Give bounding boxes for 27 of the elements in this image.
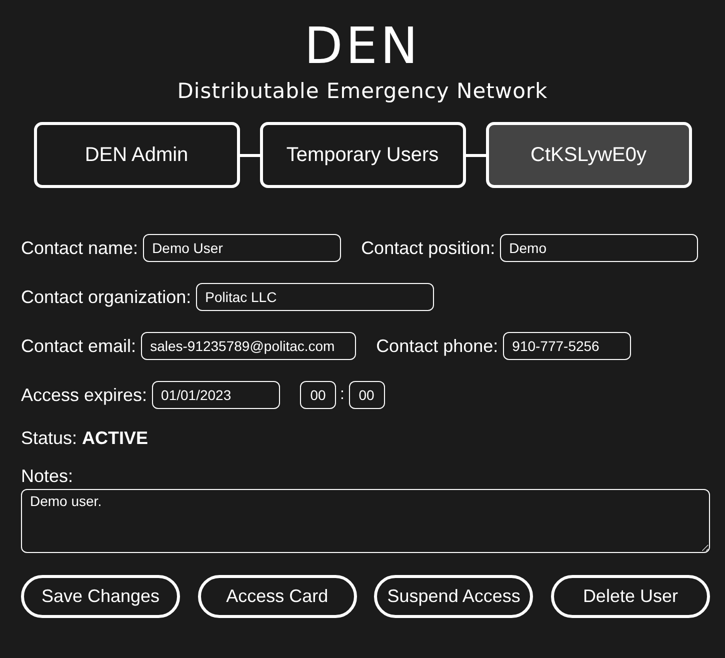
logo-subtitle: Distributable Emergency Network — [177, 78, 548, 104]
input-field[interactable]: Demo User — [143, 234, 342, 262]
time-separator: : — [340, 386, 344, 404]
field-label: Contact position: — [361, 238, 496, 258]
breadcrumb-button[interactable]: DEN Admin — [34, 122, 240, 188]
input-field[interactable]: Politac LLC — [196, 283, 434, 311]
logo-title: DEN — [304, 16, 421, 76]
breadcrumb-button[interactable]: CtKSLywE0y — [486, 122, 692, 188]
notes-label: Notes: — [21, 466, 74, 487]
action-button[interactable]: Access Card — [198, 575, 357, 618]
breadcrumb-button[interactable]: Temporary Users — [260, 122, 466, 188]
date-field[interactable]: 01/01/2023 — [152, 381, 280, 409]
field-label: Contact name: — [21, 238, 138, 258]
action-button[interactable]: Save Changes — [21, 575, 180, 618]
minute-field[interactable]: 00 — [348, 381, 384, 409]
field-label: Access expires: — [21, 384, 148, 406]
input-field[interactable]: Demo — [500, 234, 698, 262]
field-label: Contact phone: — [376, 336, 498, 356]
input-field[interactable]: 910-777-5256 — [503, 332, 632, 360]
action-button[interactable]: Suspend Access — [374, 575, 534, 618]
field-label: Contact email: — [21, 336, 136, 356]
input-field[interactable]: sales-91235789@politac.com — [141, 332, 356, 360]
notes-field[interactable]: Demo user. — [21, 489, 710, 553]
hour-field[interactable]: 00 — [300, 381, 336, 409]
field-label: Contact organization: — [21, 286, 192, 308]
status-text: Status: ACTIVE — [21, 428, 150, 449]
action-button[interactable]: Delete User — [550, 575, 710, 618]
